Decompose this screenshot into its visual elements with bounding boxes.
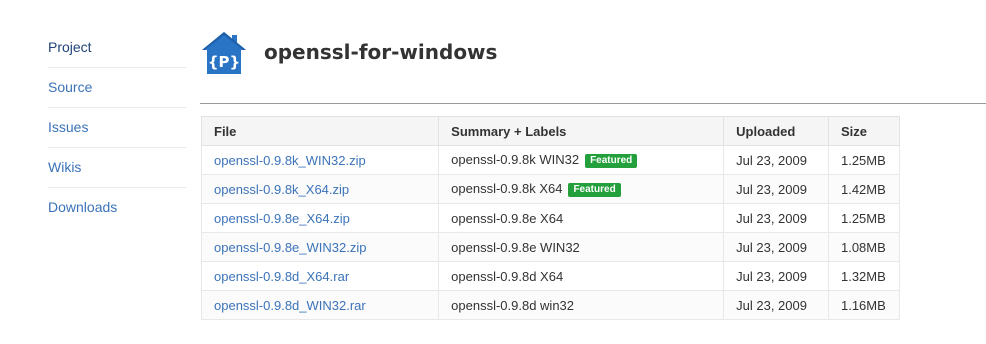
file-cell: openssl-0.9.8k_WIN32.zip [200,145,440,175]
logo-text: {P} [208,53,240,71]
file-link[interactable]: openssl-0.9.8e_X64.zip [214,211,350,226]
header-divider [200,103,986,104]
uploaded-cell: Jul 23, 2009 [723,174,829,204]
table-row: openssl-0.9.8d_WIN32.rar openssl-0.9.8d w… [200,290,901,320]
featured-label-badge[interactable]: Featured [585,154,638,168]
table-row: openssl-0.9.8d_X64.rar openssl-0.9.8d X64… [200,261,901,291]
file-link[interactable]: openssl-0.9.8d_WIN32.rar [214,298,366,313]
file-link[interactable]: openssl-0.9.8d_X64.rar [214,269,349,284]
file-cell: openssl-0.9.8d_X64.rar [200,261,440,291]
size-cell: 1.16MB [827,290,901,320]
summary-text: openssl-0.9.8d X64 [451,268,564,284]
size-cell: 1.32MB [827,261,901,291]
size-cell: 1.25MB [827,145,901,175]
summary-text: openssl-0.9.8d win32 [451,297,575,313]
summary-cell: openssl-0.9.8d X64 [438,261,725,291]
page-title: openssl-for-windows [264,40,498,64]
project-logo-icon: {P} [202,32,246,74]
summary-text: openssl-0.9.8e X64 [451,210,564,226]
file-cell: openssl-0.9.8k_X64.zip [200,174,440,204]
summary-cell: openssl-0.9.8e X64 [438,203,725,233]
sidebar-item-wikis[interactable]: Wikis [48,148,186,188]
file-link[interactable]: openssl-0.9.8k_WIN32.zip [214,153,366,168]
sidebar-item-issues[interactable]: Issues [48,108,186,148]
file-link[interactable]: openssl-0.9.8k_X64.zip [214,182,349,197]
sidebar-item-source[interactable]: Source [48,68,186,108]
summary-cell: openssl-0.9.8d win32 [438,290,725,320]
table-row: openssl-0.9.8k_X64.zip openssl-0.9.8k X64… [200,174,901,204]
summary-text: openssl-0.9.8e WIN32 [451,239,580,255]
file-cell: openssl-0.9.8e_WIN32.zip [200,232,440,262]
uploaded-cell: Jul 23, 2009 [723,290,829,320]
file-link[interactable]: openssl-0.9.8e_WIN32.zip [214,240,366,255]
table-row: openssl-0.9.8e_X64.zip openssl-0.9.8e X64… [200,203,901,233]
featured-label-badge[interactable]: Featured [568,183,621,197]
summary-cell: openssl-0.9.8k WIN32 Featured [438,145,725,175]
column-header-size: Size [827,116,901,146]
sidebar: Project Source Issues Wikis Downloads [48,28,186,227]
sidebar-item-project[interactable]: Project [48,28,186,68]
table-header-row: File Summary + Labels Uploaded Size [200,116,901,146]
summary-cell: openssl-0.9.8k X64 Featured [438,174,725,204]
size-cell: 1.08MB [827,232,901,262]
uploaded-cell: Jul 23, 2009 [723,145,829,175]
table-row: openssl-0.9.8e_WIN32.zip openssl-0.9.8e W… [200,232,901,262]
uploaded-cell: Jul 23, 2009 [723,203,829,233]
sidebar-item-downloads[interactable]: Downloads [48,188,186,227]
column-header-summary: Summary + Labels [438,116,725,146]
summary-cell: openssl-0.9.8e WIN32 [438,232,725,262]
file-cell: openssl-0.9.8e_X64.zip [200,203,440,233]
size-cell: 1.42MB [827,174,901,204]
column-header-file: File [200,116,440,146]
summary-text: openssl-0.9.8k X64 [451,181,563,196]
downloads-table: File Summary + Labels Uploaded Size open… [200,116,901,320]
table-row: openssl-0.9.8k_WIN32.zip openssl-0.9.8k W… [200,145,901,175]
file-cell: openssl-0.9.8d_WIN32.rar [200,290,440,320]
uploaded-cell: Jul 23, 2009 [723,261,829,291]
size-cell: 1.25MB [827,203,901,233]
column-header-uploaded: Uploaded [723,116,829,146]
uploaded-cell: Jul 23, 2009 [723,232,829,262]
summary-text: openssl-0.9.8k WIN32 [451,152,580,167]
